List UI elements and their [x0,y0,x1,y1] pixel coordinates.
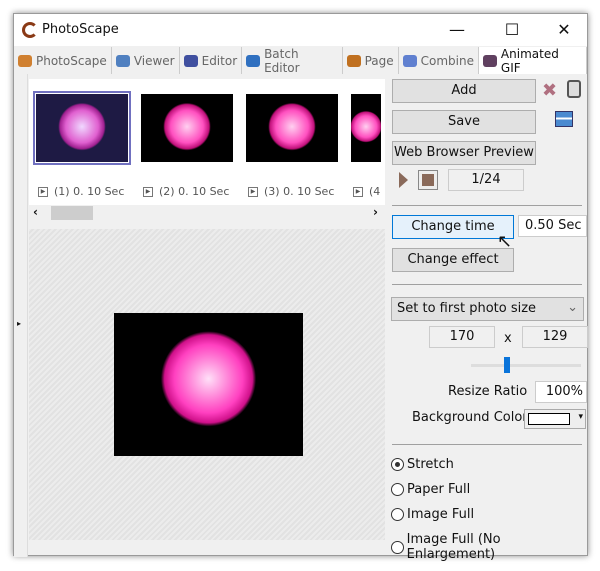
fit-option-radio[interactable]: Paper Full [391,482,470,497]
tab-icon [482,54,497,67]
tab-icon [346,54,361,67]
fit-option-radio[interactable]: Image Full (No Enlargement) [391,532,587,562]
add-button[interactable]: Add [392,79,536,103]
frame-play-icon[interactable]: ▶ [143,186,153,197]
frame-play-icon[interactable]: ▶ [248,186,258,197]
close-button[interactable]: ✕ [544,18,584,42]
tab-icon [402,54,417,67]
preview-image [114,313,303,456]
resize-ratio-field[interactable]: 100% [535,381,587,403]
resize-slider[interactable] [471,357,581,373]
divider [392,284,582,285]
tab-icon [246,54,261,67]
tab-label: Editor [201,53,238,68]
frame-counter: 1/24 [448,169,524,191]
tab-icon [183,54,198,67]
radio-label: Stretch [407,457,454,472]
tab-combine[interactable]: Combine [399,47,479,74]
size-mode-select[interactable]: Set to first photo size ⌄ [391,297,584,321]
fit-option-radio[interactable]: Stretch [391,457,454,472]
change-effect-button[interactable]: Change effect [392,248,514,272]
resize-ratio-label: Resize Ratio [448,384,528,399]
time-value-field[interactable]: 0.50 Sec [518,215,587,237]
frame-scrollbar[interactable]: ‹ › [29,205,385,222]
tab-viewer[interactable]: Viewer [112,47,180,74]
window-title: PhotoScape [42,22,119,37]
tab-label: Batch Editor [264,46,300,75]
tab-icon [18,54,32,67]
tab-bar: PhotoScape Viewer Editor Batch Editor Page Co… [14,46,587,75]
tab-label: Viewer [133,53,175,68]
fit-option-radio[interactable]: Image Full [391,507,474,522]
divider [392,444,582,445]
width-field[interactable]: 170 [429,326,495,348]
frame-duration: (4 [369,185,381,198]
side-panel-toggle[interactable]: ▸ [14,74,28,557]
frame-duration: (1) 0. 10 Sec [54,185,125,198]
save-button[interactable]: Save [392,110,536,134]
times-label: x [504,331,512,346]
height-field[interactable]: 129 [522,326,588,348]
radio-circle-icon [391,508,404,521]
delete-x-icon[interactable]: ✖ [542,80,557,101]
size-mode-value: Set to first photo size [397,301,537,316]
change-time-button[interactable]: Change time [392,215,514,239]
divider [392,205,582,206]
radio-label: Image Full (No Enlargement) [406,532,501,562]
tab-label: PhotoScape [36,53,107,68]
play-icon[interactable] [399,172,408,188]
frame-thumbnail[interactable] [33,91,131,165]
minimize-button[interactable]: — [437,18,477,42]
stop-button[interactable] [418,170,438,190]
tab-label: Combine [420,53,474,68]
scroll-left-icon[interactable]: ‹ [33,205,38,219]
scroll-right-icon[interactable]: › [373,205,378,219]
tab-photoscape[interactable]: PhotoScape [14,47,112,74]
radio-circle-icon [391,458,404,471]
frame-thumbnail[interactable] [351,94,381,162]
frame-label[interactable]: ▶ (2) 0. 10 Sec [143,185,229,198]
title-bar: PhotoScape — ☐ ✕ [14,14,587,46]
tab-label: Page [364,53,394,68]
color-swatch [528,413,570,425]
chevron-down-icon: ⌄ [567,300,578,315]
tab-batch-editor[interactable]: Batch Editor [242,46,343,75]
frame-strip: ▶ (1) 0. 10 Sec ▶ (2) 0. 10 Sec ▶ (3) 0. 10 S… [29,79,385,205]
frame-label[interactable]: ▶ (1) 0. 10 Sec [38,185,124,198]
stop-icon [422,174,434,186]
preview-area [29,229,385,540]
radio-circle-icon [391,540,404,554]
radio-label: Image Full [407,507,475,522]
tab-editor[interactable]: Editor [180,47,243,74]
scroll-thumb[interactable] [51,206,93,220]
tab-icon [115,54,130,67]
trash-icon[interactable] [567,80,581,98]
photoscape-logo-icon [22,22,38,38]
tab-animated-gif[interactable]: Animated GIF [478,46,587,75]
radio-label: Paper Full [407,482,471,497]
frame-label[interactable]: ▶ (3) 0. 10 Sec [248,185,334,198]
radio-circle-icon [391,483,404,496]
list-view-icon[interactable] [555,111,573,127]
background-color-label: Background Color [412,410,528,425]
frame-duration: (2) 0. 10 Sec [159,185,230,198]
maximize-button[interactable]: ☐ [492,18,532,42]
slider-thumb[interactable] [504,357,511,373]
web-browser-preview-button[interactable]: Web Browser Preview [392,141,536,165]
frame-thumbnail[interactable] [246,94,338,162]
frame-duration: (3) 0. 10 Sec [264,185,335,198]
photoscape-window: PhotoScape — ☐ ✕ PhotoScape Viewer Editor B… [13,13,588,562]
frame-thumbnail[interactable] [141,94,233,162]
tab-label: Animated GIF [500,46,559,75]
expand-arrow-icon: ▸ [17,319,22,328]
frame-label[interactable]: ▶ (4 [353,185,380,198]
tab-page[interactable]: Page [343,47,399,74]
frame-play-icon[interactable]: ▶ [353,186,363,197]
dropdown-arrow-icon: ▾ [578,412,583,422]
background-color-picker[interactable]: ▾ [524,409,586,429]
frame-play-icon[interactable]: ▶ [38,186,48,197]
